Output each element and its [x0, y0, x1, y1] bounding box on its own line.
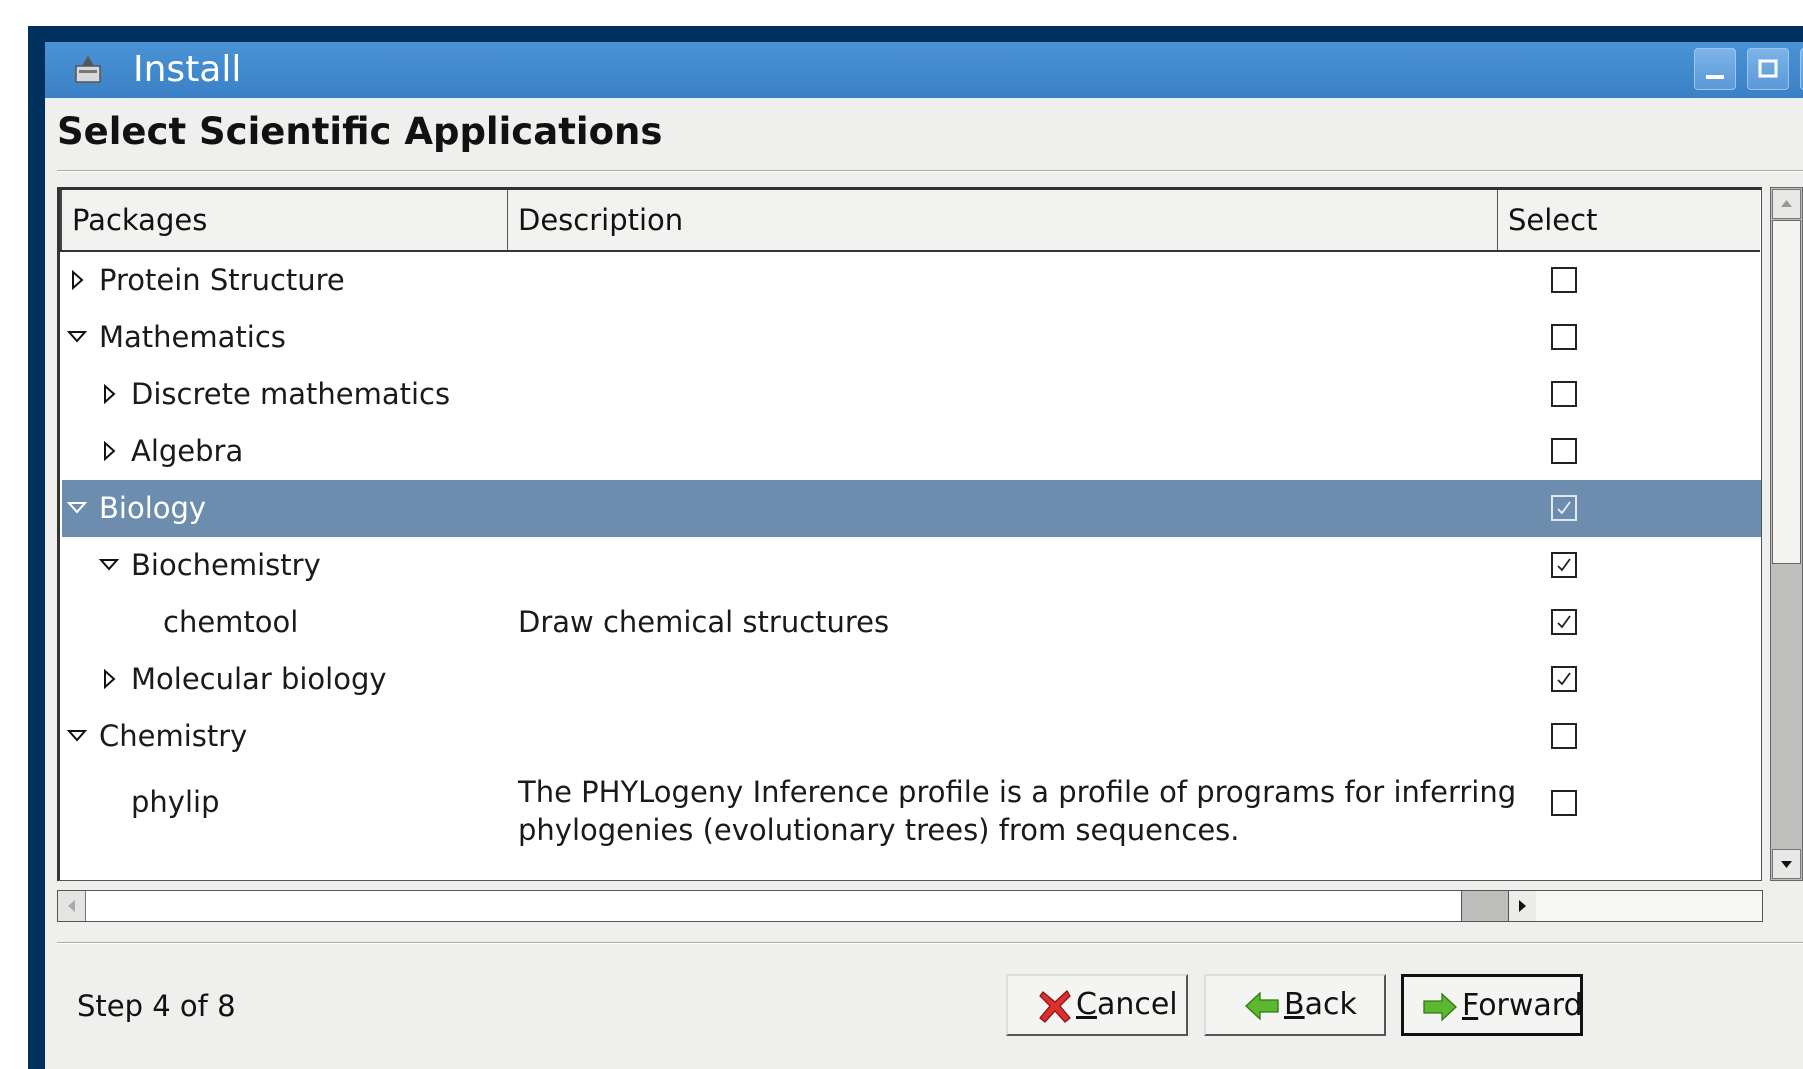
- package-label: Algebra: [131, 434, 244, 468]
- checkbox-checked[interactable]: [1551, 666, 1577, 692]
- package-description: The PHYLogeny Inference profile is a pro…: [518, 773, 1516, 849]
- window-title: Install: [133, 49, 242, 90]
- back-label: Back: [1284, 987, 1357, 1022]
- column-header-select[interactable]: Select: [1498, 190, 1760, 250]
- tree-header: Packages Description Select: [60, 190, 1760, 252]
- horizontal-scrollbar[interactable]: [57, 890, 1763, 922]
- expand-triangle-icon[interactable]: [98, 382, 122, 406]
- package-label: Biology: [99, 491, 207, 525]
- separator: [57, 942, 1803, 944]
- description-line: Draw chemical structures: [518, 605, 890, 639]
- package-label: Discrete mathematics: [131, 377, 451, 411]
- title-bar[interactable]: Install: [45, 42, 1803, 98]
- collapse-triangle-icon[interactable]: [66, 496, 90, 520]
- scroll-left-arrow[interactable]: [58, 891, 86, 921]
- forward-button[interactable]: Forward: [1401, 974, 1583, 1036]
- check-icon: [1557, 558, 1571, 572]
- step-indicator: Step 4 of 8: [77, 989, 236, 1023]
- description-line: phylogenies (evolutionary trees) from se…: [518, 813, 1240, 847]
- expand-triangle-icon[interactable]: [98, 439, 122, 463]
- checkbox-unchecked[interactable]: [1551, 267, 1577, 293]
- vertical-scrollbar[interactable]: [1770, 187, 1803, 881]
- green-left-arrow-icon: [1244, 988, 1280, 1032]
- triangle-up-icon: [1781, 200, 1792, 207]
- package-label: Protein Structure: [99, 263, 345, 297]
- minimize-icon: [1706, 75, 1724, 79]
- cancel-button[interactable]: Cancel: [1006, 974, 1188, 1036]
- triangle-left-icon: [68, 900, 75, 912]
- package-label: phylip: [131, 785, 220, 819]
- column-header-description[interactable]: Description: [508, 190, 1498, 250]
- checkbox-unchecked[interactable]: [1551, 438, 1577, 464]
- triangle-down-icon: [1781, 861, 1792, 868]
- package-label: chemtool: [163, 605, 299, 639]
- package-label: Chemistry: [99, 719, 248, 753]
- scroll-down-arrow[interactable]: [1772, 849, 1801, 879]
- checkbox-unchecked[interactable]: [1551, 723, 1577, 749]
- scroll-up-arrow[interactable]: [1772, 189, 1801, 219]
- dialog-content: Select Scientific Applications Packages …: [45, 98, 1803, 1069]
- scroll-thumb[interactable]: [1772, 220, 1801, 564]
- tree-row[interactable]: Biochemistry: [62, 537, 1761, 594]
- back-button[interactable]: Back: [1204, 974, 1386, 1036]
- checkbox-unchecked[interactable]: [1551, 381, 1577, 407]
- package-label: Molecular biology: [131, 662, 387, 696]
- expand-triangle-icon[interactable]: [66, 268, 90, 292]
- checkbox-checked[interactable]: [1551, 609, 1577, 635]
- maximize-icon: [1758, 59, 1778, 78]
- check-icon: [1557, 615, 1571, 629]
- tree-row[interactable]: phylip The PHYLogeny Inference profile is…: [62, 765, 1761, 847]
- red-x-icon: [1038, 988, 1072, 1032]
- page-title: Select Scientific Applications: [57, 110, 663, 153]
- tree-row[interactable]: Discrete mathematics: [62, 366, 1761, 423]
- tree-row[interactable]: Algebra: [62, 423, 1761, 480]
- checkbox-checked[interactable]: [1551, 552, 1577, 578]
- install-icon: [73, 52, 103, 86]
- check-icon: [1557, 672, 1571, 686]
- install-window: Install Select Scientific Applications P…: [28, 26, 1803, 1069]
- triangle-right-icon: [1519, 900, 1526, 912]
- collapse-triangle-icon[interactable]: [98, 553, 122, 577]
- maximize-button[interactable]: [1747, 48, 1789, 90]
- package-label: Mathematics: [99, 320, 286, 354]
- tree-row[interactable]: chemtool Draw chemical structures: [62, 594, 1761, 651]
- cancel-label: Cancel: [1076, 987, 1178, 1022]
- checkbox-unchecked[interactable]: [1551, 324, 1577, 350]
- column-header-packages[interactable]: Packages: [60, 190, 508, 250]
- tree-row[interactable]: Protein Structure: [62, 252, 1761, 309]
- separator: [57, 170, 1803, 172]
- expand-triangle-icon[interactable]: [98, 667, 122, 691]
- green-right-arrow-icon: [1422, 989, 1458, 1033]
- horizontal-scroll-thumb[interactable]: [86, 891, 1462, 921]
- collapse-triangle-icon[interactable]: [66, 724, 90, 748]
- package-label: Biochemistry: [131, 548, 321, 582]
- tree-row[interactable]: Chemistry: [62, 708, 1761, 765]
- checkbox-unchecked[interactable]: [1551, 790, 1577, 816]
- forward-label: Forward: [1462, 988, 1583, 1023]
- scroll-right-arrow[interactable]: [1508, 891, 1536, 921]
- check-icon: [1557, 501, 1571, 515]
- package-description: Draw chemical structures: [518, 594, 889, 651]
- collapse-triangle-icon[interactable]: [66, 325, 90, 349]
- package-tree[interactable]: Packages Description Select Protein Stru…: [57, 187, 1762, 881]
- tree-row[interactable]: Mathematics: [62, 309, 1761, 366]
- minimize-button[interactable]: [1694, 48, 1736, 90]
- checkbox-checked[interactable]: [1551, 495, 1577, 521]
- tree-row[interactable]: Biology: [62, 480, 1761, 537]
- description-line: The PHYLogeny Inference profile is a pro…: [518, 775, 1517, 809]
- tree-row[interactable]: Molecular biology: [62, 651, 1761, 708]
- horizontal-scroll-track[interactable]: [1462, 891, 1508, 921]
